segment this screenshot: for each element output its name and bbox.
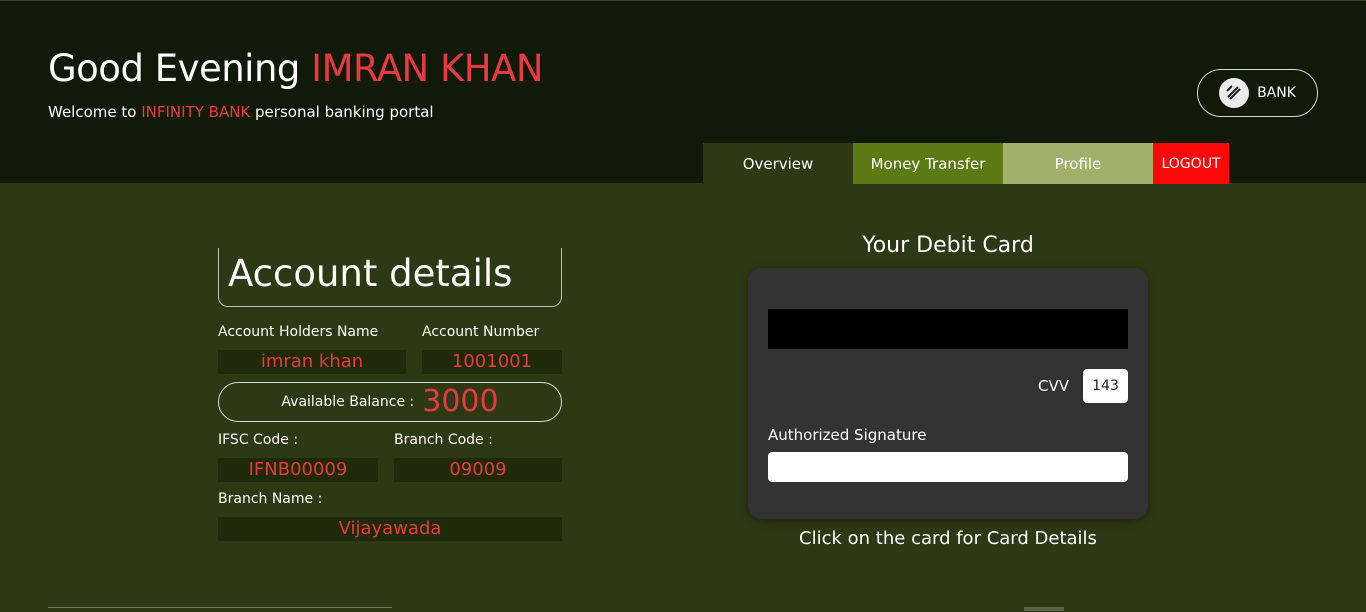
tab-profile[interactable]: Profile	[1003, 143, 1153, 184]
cvv-value: 143	[1083, 369, 1128, 403]
cvv-label: CVV	[1038, 377, 1069, 395]
signature-label: Authorized Signature	[768, 426, 927, 444]
tab-overview[interactable]: Overview	[703, 143, 853, 184]
available-balance: Available Balance : 3000	[218, 382, 562, 422]
tab-profile-label: Profile	[1054, 154, 1102, 173]
header: Good Evening IMRAN KHAN Welcome to INFIN…	[0, 0, 1366, 184]
bottom-edge-block	[1024, 607, 1064, 611]
debit-card[interactable]: CVV 143 Authorized Signature	[748, 268, 1148, 519]
logout-label: LOGOUT	[1161, 155, 1221, 172]
holder-name-label: Account Holders Name	[218, 324, 379, 340]
branch-code-value: 09009	[394, 458, 562, 482]
account-number-label: Account Number	[422, 324, 540, 340]
magnetic-stripe	[768, 309, 1128, 349]
user-name: IMRAN KHAN	[311, 47, 544, 90]
greeting: Good Evening IMRAN KHAN	[48, 45, 544, 93]
greeting-prefix: Good Evening	[48, 47, 312, 90]
account-details-title: Account details	[218, 248, 562, 307]
branch-name-value: Vijayawada	[218, 517, 562, 541]
debit-card-heading: Your Debit Card	[862, 233, 1034, 258]
bank-button[interactable]: BANK	[1197, 69, 1318, 117]
signature-strip	[768, 452, 1128, 482]
account-number-value: 1001001	[422, 350, 562, 374]
tab-money-transfer[interactable]: Money Transfer	[853, 143, 1003, 184]
ifsc-label: IFSC Code :	[218, 432, 299, 448]
tab-overview-label: Overview	[742, 154, 814, 173]
tab-money-transfer-label: Money Transfer	[870, 154, 986, 173]
welcome-text: Welcome to INFINITY BANK personal bankin…	[48, 101, 434, 123]
welcome-prefix: Welcome to	[48, 103, 142, 121]
welcome-suffix: personal banking portal	[250, 103, 434, 121]
bank-logo-icon	[1219, 78, 1250, 108]
bank-name: INFINITY BANK	[141, 103, 251, 121]
ifsc-value: IFNB00009	[218, 458, 378, 482]
branch-name-label: Branch Name :	[218, 491, 323, 507]
bank-button-label: BANK	[1257, 85, 1296, 101]
branch-code-label: Branch Code :	[394, 432, 493, 448]
balance-value: 3000	[422, 384, 499, 419]
card-hint: Click on the card for Card Details	[799, 528, 1097, 549]
bottom-divider	[48, 607, 392, 612]
holder-name-value: imran khan	[218, 350, 406, 374]
logout-button[interactable]: LOGOUT	[1153, 143, 1229, 184]
balance-label: Available Balance :	[281, 394, 415, 410]
